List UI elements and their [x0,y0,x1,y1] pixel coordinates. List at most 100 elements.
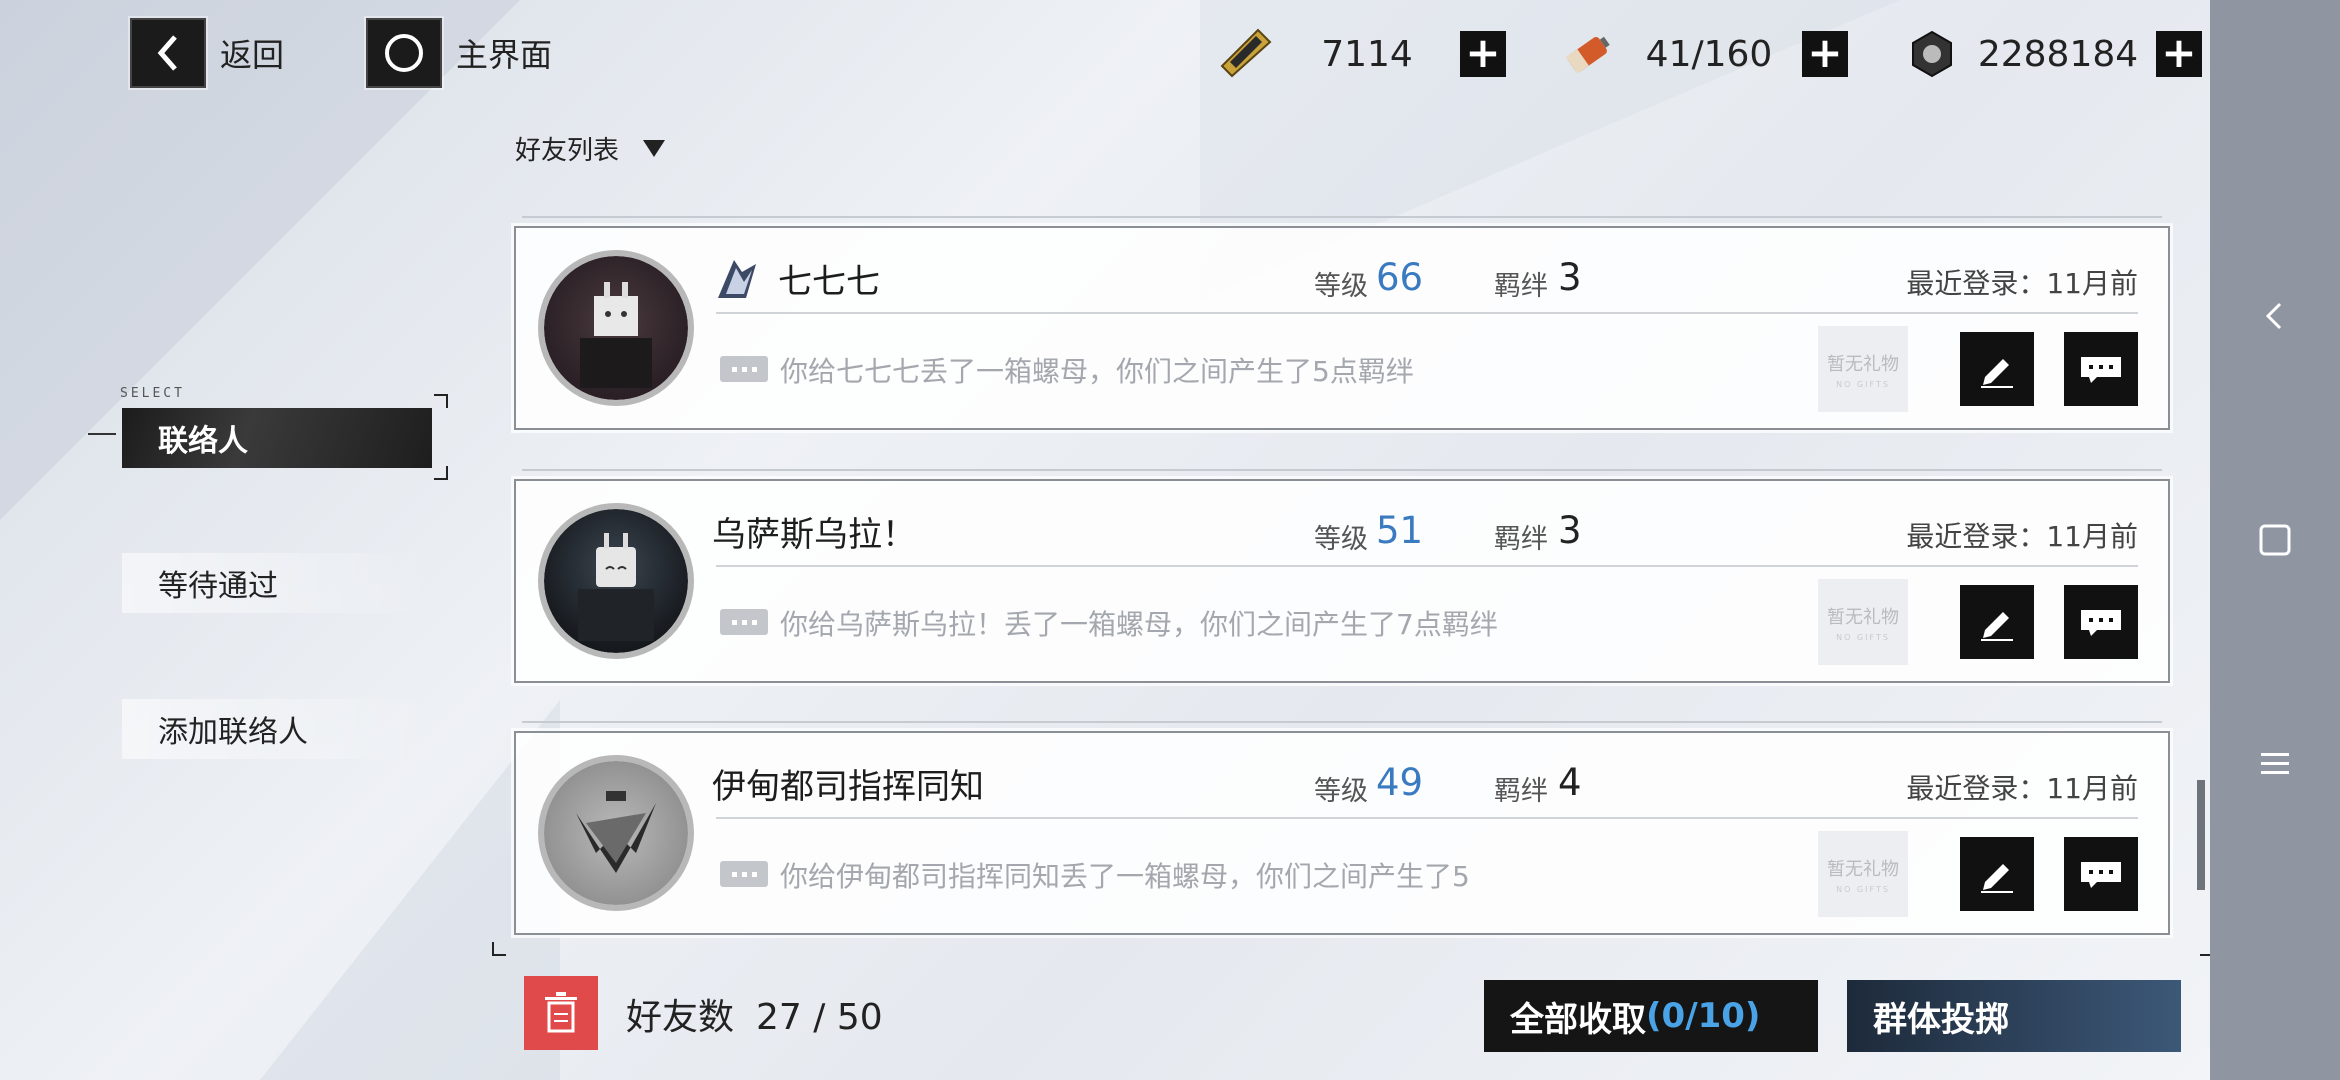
gift-status: 暂无礼物 [1827,606,1899,628]
chat-bubble-icon [2081,610,2121,636]
chat-button[interactable] [2064,332,2138,406]
friend-name: 乌萨斯乌拉！ [712,515,916,555]
friend-name: 七七七 [778,262,880,302]
bond-label: 羁绊 [1494,524,1548,555]
gift-status: 暂无礼物 [1827,353,1899,375]
friend-count-label: 好友数 [626,997,735,1038]
edit-note-button[interactable] [1960,585,2034,659]
gift-slot: 暂无礼物 NO GIFTS [1818,579,1908,665]
resource-ticket: 7114 + [1218,20,1506,88]
bond-label: 羁绊 [1494,271,1548,302]
sidebar-item-label: 添加联络人 [158,715,308,750]
interaction-message: 你给七七七丢了一箱螺母，你们之间产生了5点羁绊 [780,355,1414,388]
avatar[interactable] [538,503,694,659]
gift-status-sub: NO GIFTS [1836,632,1890,642]
ticket-icon [1218,26,1274,82]
edit-note-button[interactable] [1960,837,2034,911]
list-type-label: 好友列表 [515,136,620,166]
friend-count-value: 27 / 50 [756,997,883,1038]
claim-all-label: 全部收取 [1510,999,1646,1040]
sidebar-item-pending[interactable]: 等待通过 [122,553,432,613]
pencil-icon [1981,864,2013,893]
last-login: 最近登录：11月前 [1906,267,2138,300]
list-type-dropdown[interactable]: 好友列表 [515,130,666,167]
gift-status-sub: NO GIFTS [1836,379,1890,389]
avatar[interactable] [538,755,694,911]
message-bubble-icon [720,356,768,382]
nut-icon [1904,26,1960,82]
add-nut-button[interactable]: + [2156,31,2202,77]
back-button[interactable]: 返回 [130,18,284,88]
add-battery-button[interactable]: + [1802,31,1848,77]
level-value: 66 [1376,256,1424,299]
bond-value: 3 [1558,509,1582,552]
friend-name: 伊甸都司指挥同知 [712,767,984,807]
level-value: 51 [1376,509,1424,552]
gift-slot: 暂无礼物 NO GIFTS [1818,326,1908,412]
chat-button[interactable] [2064,585,2138,659]
triangle-down-icon [643,140,666,157]
group-throw-button[interactable]: 群体投掷 [1847,980,2181,1052]
bracket-corner [492,942,506,956]
card-edge [522,721,2162,723]
pencil-icon [1981,612,2013,641]
divider [716,565,2138,567]
sidebar-item-contacts[interactable]: 联络人 [122,408,432,468]
gift-status: 暂无礼物 [1827,858,1899,880]
bracket-corner [434,466,448,480]
card-edge [522,216,2162,218]
resource-nut: 2288184 + [1904,20,2202,88]
nut-count: 2288184 [1977,33,2139,75]
list-scrollbar[interactable] [2197,780,2205,890]
edit-note-button[interactable] [1960,332,2034,406]
friend-card[interactable]: 伊甸都司指挥同知 等级 49 羁绊 4 最近登录：11月前 你给伊甸都司指挥同知… [514,731,2170,935]
top-bar: 返回 主界面 7114 + 41/160 + 2288184 + [0,0,2210,110]
chat-button[interactable] [2064,837,2138,911]
bracket-corner [434,394,448,408]
sidebar-item-add-contact[interactable]: 添加联络人 [122,699,432,759]
bond-value: 3 [1558,256,1582,299]
friend-card[interactable]: 乌萨斯乌拉！ 等级 51 羁绊 3 最近登录：11月前 你给乌萨斯乌拉！丢了一箱… [514,479,2170,683]
home-label: 主界面 [456,36,553,74]
gift-slot: 暂无礼物 NO GIFTS [1818,831,1908,917]
message-bubble-icon [720,861,768,887]
bond-label: 羁绊 [1494,776,1548,807]
home-circle-icon [366,18,442,88]
friend-count: 好友数 27 / 50 [626,988,883,1040]
sidebar-item-label: 联络人 [158,424,248,459]
ticket-count: 7114 [1321,33,1413,75]
interaction-message: 你给伊甸都司指挥同知丢了一箱螺母，你们之间产生了5 [780,860,1470,893]
battery-icon [1560,26,1616,82]
active-indicator [88,433,116,435]
hamburger-icon [2261,753,2289,774]
delete-friend-button[interactable] [524,976,598,1050]
level-label: 等级 [1314,776,1368,807]
claim-all-button[interactable]: 全部收取 (0/10) [1484,980,1818,1052]
add-ticket-button[interactable]: + [1460,31,1506,77]
system-back-button[interactable] [2210,276,2340,356]
sidebar-item-label: 等待通过 [158,569,278,604]
friend-card[interactable]: 七七七 等级 66 羁绊 3 最近登录：11月前 你给七七七丢了一箱螺母，你们之… [514,226,2170,430]
message-bubble-icon [720,609,768,635]
system-nav-bar [2210,0,2340,1080]
rank-badge-icon [712,254,762,304]
back-label: 返回 [220,36,285,74]
chat-bubble-icon [2081,357,2121,383]
divider [716,817,2138,819]
home-button[interactable]: 主界面 [366,18,552,88]
interaction-message: 你给乌萨斯乌拉！丢了一箱螺母，你们之间产生了7点羁绊 [780,608,1498,641]
system-home-button[interactable] [2210,500,2340,580]
divider [716,312,2138,314]
pencil-icon [1981,359,2013,388]
gift-status-sub: NO GIFTS [1836,884,1890,894]
system-menu-button[interactable] [2210,724,2340,804]
level-label: 等级 [1314,271,1368,302]
chevron-left-icon [130,18,206,88]
avatar[interactable] [538,250,694,406]
select-tag: SELECT [120,386,185,401]
level-value: 49 [1376,761,1424,804]
battery-count: 41/160 [1645,33,1773,75]
chevron-left-icon [2265,302,2282,330]
claim-count: (0/10) [1646,996,1761,1036]
trash-icon [545,992,577,1033]
